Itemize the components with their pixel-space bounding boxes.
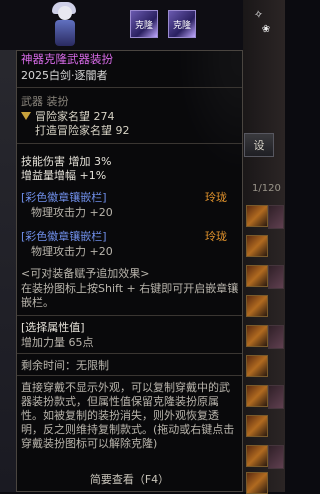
socket-grade: 玲珑 [205, 230, 227, 243]
divider [17, 353, 242, 354]
inventory-slot-edge [268, 445, 284, 469]
select-attribute-title: [选择属性值] [21, 321, 85, 334]
background-decor-text: ✧ [253, 7, 265, 22]
divider [17, 87, 242, 88]
fame-icon [21, 112, 31, 120]
inventory-slot[interactable] [246, 385, 268, 407]
attach-effect-title: <可对装备赋予追加效果> [21, 267, 150, 280]
socket-effect: 物理攻击力 +20 [31, 245, 113, 258]
inventory-slot-edge [268, 205, 284, 229]
divider [17, 315, 242, 316]
side-settings-button[interactable]: 设 [244, 133, 274, 157]
socket-name: [彩色徽章镶嵌栏] [21, 191, 107, 204]
attach-effect-desc: 在装扮图标上按Shift + 右键即可开启嵌章镶嵌栏。 [21, 282, 239, 309]
inventory-slot[interactable] [246, 415, 268, 437]
socket-grade: 玲珑 [205, 191, 227, 204]
brief-view-toggle[interactable]: 简要查看（F4） [17, 471, 242, 487]
inventory-slot[interactable] [246, 205, 268, 227]
select-attribute-value: 增加力量 65点 [21, 336, 94, 349]
divider [17, 143, 242, 144]
inventory-slot[interactable] [246, 325, 268, 347]
item-portrait [50, 2, 80, 48]
clone-icon[interactable]: 克隆 [130, 10, 158, 38]
inventory-slot-edge [268, 265, 284, 289]
inventory-slot[interactable] [246, 235, 268, 257]
item-subtitle: 2025白剑·逐闇者 [21, 69, 108, 82]
inventory-slot[interactable] [246, 472, 268, 494]
item-title: 神器克隆武器装扮 [21, 52, 113, 66]
forge-fame: 打造冒险家名望 92 [35, 124, 130, 137]
time-remaining: 剩余时间：无限制 [21, 359, 109, 372]
adventurer-fame: 冒险家名望 274 [35, 110, 115, 123]
item-slot-type: 武器 装扮 [21, 95, 69, 108]
item-header-bar: 克隆 克隆 [0, 0, 243, 50]
divider [17, 375, 242, 376]
background-decor-text: ❀ [261, 23, 272, 36]
inventory-slot[interactable] [246, 445, 268, 467]
inventory-count: 1/120 [252, 183, 281, 194]
socket-name: [彩色徽章镶嵌栏] [21, 230, 107, 243]
inventory-slot-edge [268, 385, 284, 409]
inventory-slot-edge [268, 325, 284, 349]
item-description: 直接穿戴不显示外观，可以复制穿戴中的武器装扮款式，但属性值保留克隆装扮原属性。如… [21, 381, 235, 450]
clone-icon[interactable]: 克隆 [168, 10, 196, 38]
inventory-slot[interactable] [246, 295, 268, 317]
item-tooltip: 神器克隆武器装扮 2025白剑·逐闇者 武器 装扮 冒险家名望 274 打造冒险… [16, 50, 243, 492]
inventory-slot[interactable] [246, 265, 268, 287]
stat-buff-amp: 增益量增幅 +1% [21, 169, 107, 182]
socket-effect: 物理攻击力 +20 [31, 206, 113, 219]
stat-skill-damage: 技能伤害 增加 3% [21, 155, 112, 168]
inventory-slot[interactable] [246, 355, 268, 377]
